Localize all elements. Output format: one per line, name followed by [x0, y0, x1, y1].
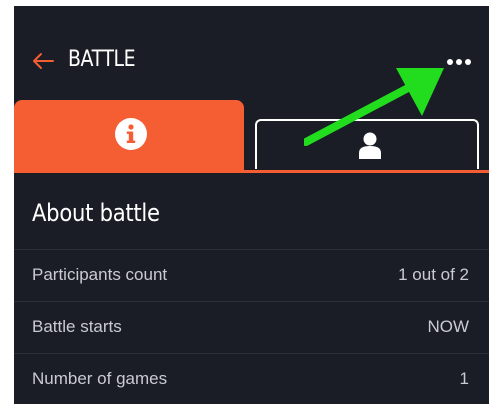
tab-bar: [14, 100, 489, 172]
row-value: NOW: [427, 317, 469, 336]
row-label: Participants count: [32, 265, 168, 284]
info-icon: [114, 117, 148, 151]
info-row-battle-starts: Battle starts NOW: [14, 301, 489, 353]
row-value: 1 out of 2: [398, 265, 469, 284]
info-row-number-of-games: Number of games 1: [14, 353, 489, 404]
arrow-left-icon[interactable]: [32, 52, 54, 70]
app-screen: BATTLE About battle Participants count 1…: [14, 6, 489, 404]
row-label: Battle starts: [32, 317, 122, 336]
row-label: Number of games: [32, 369, 168, 388]
row-value: 1: [459, 369, 469, 388]
tab-info[interactable]: [14, 100, 244, 170]
person-icon: [357, 131, 383, 159]
page-title: BATTLE: [68, 47, 136, 72]
tab-participants[interactable]: [255, 119, 479, 169]
header: BATTLE: [14, 6, 489, 98]
info-row-participants: Participants count 1 out of 2: [14, 249, 489, 301]
more-options-button[interactable]: [442, 50, 476, 74]
section-title: About battle: [32, 199, 160, 227]
more-horizontal-icon: [442, 50, 476, 74]
tab-underline: [14, 170, 489, 173]
